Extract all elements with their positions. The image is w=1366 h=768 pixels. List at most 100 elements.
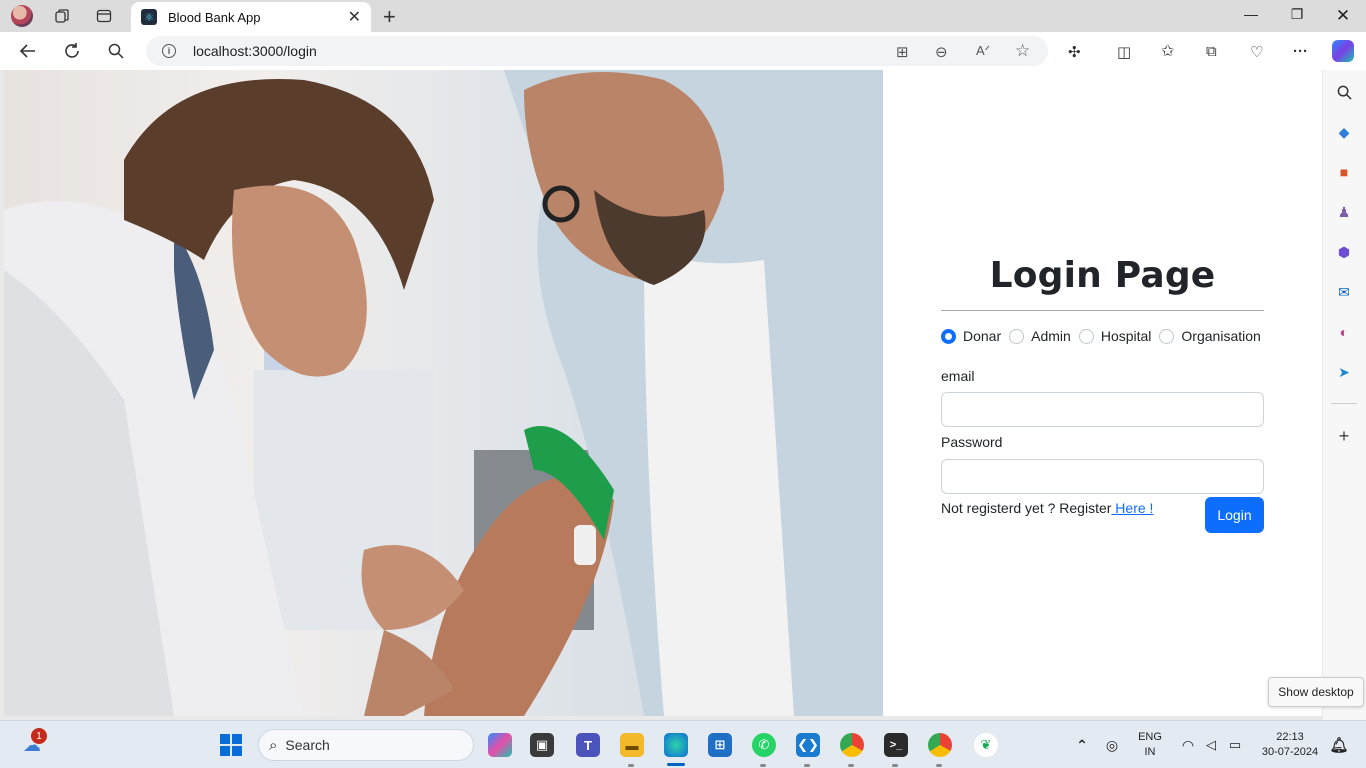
role-radio-group: Donar Admin Hospital Organisation [941, 328, 1264, 344]
radio-organisation-label: Organisation [1181, 328, 1261, 344]
address-bar[interactable]: i localhost:3000/login [146, 36, 1048, 66]
email-field[interactable] [941, 392, 1264, 427]
shopping-tag-icon[interactable]: ◆ [1335, 123, 1353, 141]
vertical-tabs-icon[interactable] [94, 6, 114, 26]
radio-admin[interactable]: Admin [1009, 328, 1071, 344]
language-line-1: ENG [1138, 731, 1162, 743]
email-label: email [941, 368, 975, 384]
terminal-icon[interactable]: >_ [884, 733, 908, 757]
refresh-icon[interactable] [61, 40, 83, 62]
edge-icon[interactable] [664, 733, 688, 757]
sidebar-divider [1331, 403, 1357, 404]
register-link[interactable]: Here ! [1111, 500, 1153, 516]
radio-organisation[interactable]: Organisation [1159, 328, 1261, 344]
edge-sidebar: ◆ ■ ♟ ⬢ ✉ ◐ ➤ + [1323, 70, 1366, 720]
close-tab-icon[interactable]: ✕ [348, 7, 361, 27]
task-view-icon[interactable]: ▣ [530, 733, 554, 757]
search-placeholder: Search [285, 737, 330, 753]
extensions-icon[interactable]: ✣ [1068, 43, 1081, 61]
clock[interactable]: 22:13 30-07-2024 [1256, 730, 1324, 760]
windows-taskbar: ☁ 1 ⌕ Search ▣ T ▬ ⊞ ✆ ❮❯ >_ ❦ ⌃ ◎ ENG I… [0, 720, 1366, 768]
password-label: Password [941, 434, 1003, 450]
close-window-icon[interactable]: ✕ [1333, 6, 1353, 26]
browser-tab-bar: ⚛ Blood Bank App ✕ + — ❐ ✕ [0, 0, 1366, 32]
chrome-profile-running-dot [936, 764, 942, 767]
chrome-profile-icon[interactable] [928, 733, 952, 757]
minimize-icon[interactable]: — [1241, 6, 1261, 22]
browser-essentials-icon[interactable]: ♡ [1250, 43, 1263, 61]
hero-photo-blood-draw [4, 70, 883, 716]
notification-badge: 1 [31, 728, 47, 744]
add-sidebar-app-icon[interactable]: + [1335, 426, 1353, 446]
sidebar-search-icon[interactable] [1335, 83, 1353, 101]
restore-icon[interactable]: ❐ [1287, 6, 1307, 23]
zoom-out-icon[interactable]: ⊖ [935, 43, 948, 61]
games-icon[interactable]: ♟ [1335, 203, 1353, 221]
radio-hospital-label: Hospital [1100, 328, 1152, 344]
volume-icon[interactable]: ◁ [1199, 733, 1223, 757]
radio-organisation-circle[interactable] [1159, 328, 1175, 344]
title-divider [941, 310, 1264, 311]
teams-icon[interactable]: T [576, 733, 600, 757]
search-icon: ⌕ [269, 736, 278, 754]
mongodb-icon[interactable]: ❦ [974, 733, 998, 757]
browser-toolbar: i localhost:3000/login ⊞ ⊖ Aᐟ ☆ ✣ ◫ ✩ ⧉ … [0, 32, 1366, 70]
login-button[interactable]: Login [1205, 497, 1264, 533]
copilot-pre-icon[interactable] [488, 733, 512, 757]
back-icon[interactable] [17, 40, 39, 62]
radio-donar-circle[interactable] [941, 328, 956, 344]
profile-avatar[interactable] [11, 5, 33, 27]
register-prompt-text: Not registerd yet ? Register [941, 500, 1112, 516]
chrome-running-dot [848, 764, 854, 767]
clock-date: 30-07-2024 [1261, 746, 1319, 758]
react-icon: ⚛ [141, 9, 157, 25]
split-screen-icon[interactable]: ◫ [1117, 43, 1131, 61]
search-icon[interactable] [105, 40, 127, 62]
copilot-sidebar-icon[interactable]: ⬢ [1335, 243, 1353, 261]
copilot-icon[interactable] [1332, 40, 1354, 62]
tools-briefcase-icon[interactable]: ■ [1335, 163, 1353, 181]
favorite-star-icon[interactable]: ☆ [1015, 41, 1030, 61]
microsoft-store-icon[interactable]: ⊞ [708, 733, 732, 757]
start-windows-icon[interactable] [219, 733, 243, 757]
collections-icon[interactable]: ⧉ [1206, 43, 1217, 60]
battery-icon[interactable]: ▭ [1223, 733, 1247, 757]
radio-hospital[interactable]: Hospital [1078, 328, 1152, 344]
terminal-running-dot [892, 764, 898, 767]
url-text: localhost:3000/login [193, 43, 317, 59]
vscode-running-dot [804, 764, 810, 767]
network-status-icon[interactable]: ◎ [1100, 733, 1124, 757]
radio-admin-circle[interactable] [1009, 328, 1025, 344]
radio-hospital-circle[interactable] [1078, 328, 1094, 344]
designer-icon[interactable]: ◐ [1335, 323, 1353, 341]
radio-donar-label: Donar [963, 328, 1002, 344]
file-explorer-icon[interactable]: ▬ [620, 733, 644, 757]
vscode-icon[interactable]: ❮❯ [796, 733, 820, 757]
workspaces-icon[interactable] [52, 6, 72, 26]
tab-title: Blood Bank App [168, 9, 261, 25]
page-title: Login Page [989, 255, 1216, 296]
app-available-icon[interactable]: ⊞ [896, 43, 909, 61]
wifi-icon[interactable]: ◠ [1176, 733, 1200, 757]
password-field[interactable] [941, 459, 1264, 494]
notification-bell-icon[interactable]: 🔔︎ [1327, 733, 1351, 757]
radio-admin-label: Admin [1031, 328, 1071, 344]
read-aloud-icon[interactable]: Aᐟ [976, 43, 990, 59]
tab-blood-bank-app[interactable]: ⚛ Blood Bank App ✕ [131, 2, 371, 32]
new-tab-icon[interactable]: + [383, 4, 396, 30]
register-prompt: Not registerd yet ? Register Here ! [941, 500, 1153, 516]
site-info-icon[interactable]: i [162, 44, 176, 58]
whatsapp-icon[interactable]: ✆ [752, 733, 776, 757]
file-explorer-running-dot [628, 764, 634, 767]
chrome-icon[interactable] [840, 733, 864, 757]
favorites-icon[interactable]: ✩ [1161, 41, 1174, 61]
show-hidden-icons-icon[interactable]: ⌃ [1070, 733, 1094, 757]
outlook-icon[interactable]: ✉ [1335, 283, 1353, 301]
more-menu-icon[interactable]: ··· [1293, 43, 1308, 60]
taskbar-search[interactable]: ⌕ Search [258, 729, 474, 761]
send-icon[interactable]: ➤ [1335, 363, 1353, 381]
show-desktop-tooltip: Show desktop [1268, 677, 1364, 707]
language-indicator[interactable]: ENG IN [1136, 730, 1164, 760]
clock-time: 22:13 [1276, 731, 1304, 743]
radio-donar[interactable]: Donar [941, 328, 1001, 344]
